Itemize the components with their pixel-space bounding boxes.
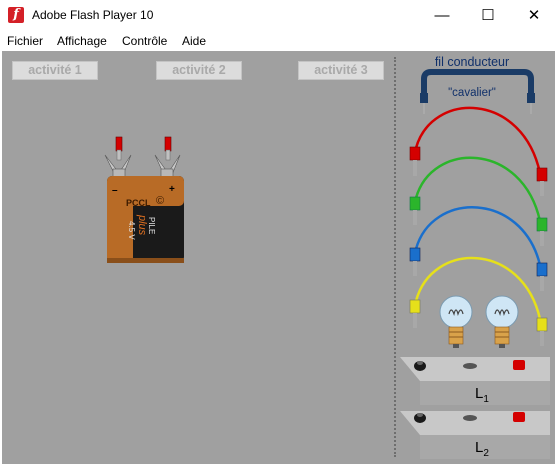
wire-blue[interactable] xyxy=(409,206,548,291)
battery-plus-label: + xyxy=(169,184,175,195)
bulb-1[interactable] xyxy=(439,295,473,348)
window-title: Adobe Flash Player 10 xyxy=(32,8,154,22)
flash-player-icon: f xyxy=(8,7,24,23)
battery-minus-label: – xyxy=(112,185,118,196)
battery-brand: PCCL xyxy=(126,198,151,208)
maximize-button[interactable]: ☐ xyxy=(465,0,511,31)
jumper-label: "cavalier" xyxy=(448,87,496,99)
palette-title: fil conducteur xyxy=(434,55,510,69)
close-button[interactable]: ✕ xyxy=(511,0,557,31)
flash-stage: activité 1 activité 2 activité 3 PCCL © … xyxy=(2,51,555,464)
minimize-button[interactable]: — xyxy=(419,0,465,31)
lamp-2-label: L2 xyxy=(475,439,489,459)
stage-drawing xyxy=(104,69,550,459)
menu-affichage[interactable]: Affichage xyxy=(57,34,107,48)
wire-red[interactable] xyxy=(409,106,548,196)
menu-controle[interactable]: Contrôle xyxy=(122,34,167,48)
bulb-2[interactable] xyxy=(485,295,519,348)
menu-fichier[interactable]: Fichier xyxy=(7,34,43,48)
battery-text-pile: PILE xyxy=(147,217,156,235)
menu-bar: Fichier Affichage Contrôle Aide xyxy=(0,31,557,51)
battery-logo: © xyxy=(156,195,165,207)
battery-text-plus: plus xyxy=(136,215,148,236)
title-bar: f Adobe Flash Player 10 — ☐ ✕ xyxy=(0,0,557,32)
wire-yellow[interactable] xyxy=(409,256,548,346)
lamp-1-label: L1 xyxy=(475,385,489,405)
battery-voltage: 4.5 V xyxy=(127,221,136,240)
menu-aide[interactable]: Aide xyxy=(182,34,206,48)
wire-green[interactable] xyxy=(409,156,548,246)
